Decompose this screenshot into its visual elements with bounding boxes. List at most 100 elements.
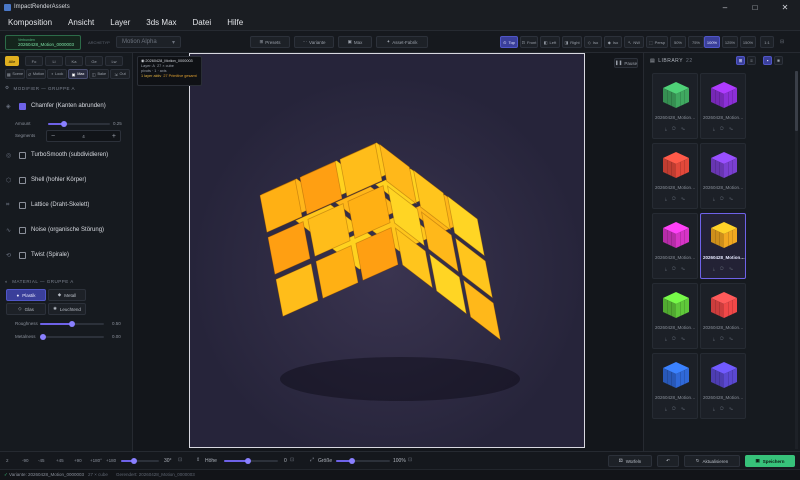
zoom-button-1-1[interactable]: 1:1	[760, 36, 774, 48]
zoom-button-125[interactable]: 125%	[722, 36, 738, 48]
menu-layer[interactable]: Layer	[102, 18, 138, 27]
size-large-button[interactable]: ■	[774, 56, 783, 65]
view-button-persp[interactable]: ⬚ Persp	[646, 36, 668, 48]
roughness-slider-handle[interactable]	[69, 321, 75, 327]
subtab-scene[interactable]: ▦ Scene	[5, 69, 25, 79]
library-item[interactable]: 20260428_Motion_0000001 ⤓ ⟳ ✎	[652, 73, 698, 139]
rotation-preset-6[interactable]: +180	[106, 458, 116, 463]
layer-tab-4[interactable]: Ge	[85, 56, 103, 66]
zoom-button-100[interactable]: 100%	[704, 36, 720, 48]
render-canvas[interactable]	[189, 53, 585, 448]
close-icon[interactable]: ✕	[770, 3, 800, 12]
angle-reset-icon[interactable]: ⊡	[178, 457, 182, 463]
height-reset-icon[interactable]: ⊡	[290, 457, 294, 463]
library-scrollbar[interactable]	[795, 71, 798, 449]
material-leuchtend-button[interactable]: ✺ Leuchtend	[48, 303, 86, 315]
asset-badge[interactable]: Verbunden 20260428_Motion_0000003	[5, 35, 81, 50]
menu-komposition[interactable]: Komposition	[0, 18, 60, 27]
tab-asset-fabrik[interactable]: ✦ Asset-Fabrik	[376, 36, 428, 48]
rotation-preset-3[interactable]: +45	[56, 458, 64, 463]
maximize-icon[interactable]: □	[740, 3, 770, 12]
modifier-row-lattice[interactable]: ⌗ Lattice (Draht-Skelett)	[6, 197, 130, 213]
modifier-checkbox[interactable]	[19, 251, 26, 259]
rotation-preset-2[interactable]: -45	[38, 458, 45, 463]
refresh-button[interactable]: ↻ Aktualisieren	[684, 455, 740, 467]
library-item[interactable]: 20260428_Motion_0000008 ⤓ ⟳ ✎	[700, 283, 746, 349]
library-item[interactable]: 20260428_Motion_0000010 ⤓ ⟳ ✎	[700, 353, 746, 419]
library-scrollbar-thumb[interactable]	[795, 71, 798, 131]
subtab-motion[interactable]: ↺ Motion	[26, 69, 46, 79]
tab-variante[interactable]: ⋯ Variante	[294, 36, 334, 48]
tab-presets[interactable]: ⊞ Presets	[250, 36, 290, 48]
size-slider[interactable]	[336, 458, 390, 464]
minus-icon[interactable]: −	[51, 133, 55, 140]
material-glas-button[interactable]: ◇ Glas	[6, 303, 46, 315]
modifier-checkbox[interactable]	[19, 226, 26, 234]
plus-icon[interactable]: +	[112, 133, 116, 140]
list-view-button[interactable]: ≡	[747, 56, 756, 65]
library-item-actions-icon[interactable]: ⤓ ⟳ ✎	[713, 406, 735, 411]
view-button-iso[interactable]: ◇ Iso	[584, 36, 602, 48]
view-button-left[interactable]: ◧ Left	[540, 36, 560, 48]
library-item[interactable]: 20260428_Motion_0000009 ⤓ ⟳ ✎	[652, 353, 698, 419]
layer-tab-2[interactable]: Li	[45, 56, 63, 66]
library-item-actions-icon[interactable]: ⤓ ⟳ ✎	[665, 266, 687, 271]
rotation-preset-5[interactable]: +180°	[90, 458, 102, 463]
tab-max[interactable]: ▣ Max	[338, 36, 372, 48]
menu-3dsmax[interactable]: 3ds Max	[138, 18, 184, 27]
view-button-right[interactable]: ◨ Right	[562, 36, 582, 48]
view-button-iso-2[interactable]: ◆ Iso	[604, 36, 622, 48]
library-item[interactable]: 20260428_Motion_0000004 ⤓ ⟳ ✎	[652, 143, 698, 209]
menu-hilfe[interactable]: Hilfe	[219, 18, 251, 27]
zoom-button-75[interactable]: 75%	[688, 36, 704, 48]
view-button-front[interactable]: ⊡ Front	[520, 36, 538, 48]
metalness-slider[interactable]	[40, 334, 104, 340]
rotation-slider[interactable]	[121, 458, 159, 464]
material-metall-button[interactable]: ◆ Metall	[48, 289, 86, 301]
pause-button[interactable]: ❚❚ Pause	[614, 58, 638, 68]
amount-slider[interactable]	[48, 121, 110, 127]
modifier-checkbox[interactable]	[19, 201, 26, 209]
rotation-preset-4[interactable]: +90	[74, 458, 82, 463]
library-item[interactable]: 20260428_Motion_0000005 ⤓ ⟳ ✎	[700, 143, 746, 209]
subtab-look[interactable]: ◑ Look	[47, 69, 67, 79]
modifier-row-twist[interactable]: ⟲ Twist (Spirale)	[6, 247, 130, 263]
modifier-row-chamfer[interactable]: ◈ Chamfer (Kanten abrunden)	[6, 98, 130, 114]
rotation-preset-0[interactable]: 2	[6, 458, 9, 463]
roughness-slider[interactable]	[40, 321, 104, 327]
height-slider-handle[interactable]	[245, 458, 252, 464]
segments-stepper[interactable]: − 4 +	[46, 130, 121, 142]
size-small-button[interactable]: ▪	[763, 56, 772, 65]
zoom-button-150[interactable]: 150%	[740, 36, 756, 48]
modifier-row-turbosmooth[interactable]: ◎ TurboSmooth (subdividieren)	[6, 147, 130, 163]
layer-tab-5[interactable]: Lw	[105, 56, 123, 66]
modifier-row-shell[interactable]: ⬡ Shell (hohler Körper)	[6, 172, 130, 188]
zoom-button-50[interactable]: 50%	[670, 36, 686, 48]
subtab-out[interactable]: ⇲ Out	[110, 69, 130, 79]
library-item-actions-icon[interactable]: ⤓ ⟳ ✎	[665, 336, 687, 341]
view-button-nw[interactable]: ↖ NW	[624, 36, 644, 48]
height-slider[interactable]	[224, 458, 278, 464]
modifier-checkbox[interactable]	[19, 151, 26, 159]
material-plastik-button[interactable]: ● Plastik	[6, 289, 46, 301]
modifier-row-noise[interactable]: ∿ Noise (organische Störung)	[6, 222, 130, 238]
menu-datei[interactable]: Datei	[185, 18, 220, 27]
undo-button[interactable]: ↶	[657, 455, 679, 467]
save-button[interactable]: ▣ Speichern	[745, 455, 795, 467]
library-item-actions-icon[interactable]: ⤓ ⟳ ✎	[713, 196, 735, 201]
library-item-actions-icon[interactable]: ⤓ ⟳ ✎	[713, 126, 735, 131]
modifier-checkbox[interactable]	[19, 102, 26, 110]
layout-icon[interactable]: ⊟	[780, 39, 784, 45]
library-item[interactable]: 20260428_Motion_0000006 ⤓ ⟳ ✎	[652, 213, 698, 279]
amount-slider-handle[interactable]	[60, 121, 67, 127]
library-item-actions-icon[interactable]: ⤓ ⟳ ✎	[665, 406, 687, 411]
modifier-checkbox[interactable]	[19, 176, 26, 184]
preset-select[interactable]: Motion Alpha ▾	[116, 36, 181, 48]
library-item[interactable]: 20260428_Motion_0000003 ⤓ ⟳ ✎	[700, 213, 746, 279]
library-item-actions-icon[interactable]: ⤓ ⟳ ✎	[713, 336, 735, 341]
view-button-top[interactable]: ⊙ Top	[500, 36, 518, 48]
library-item-actions-icon[interactable]: ⤓ ⟳ ✎	[713, 266, 735, 271]
size-slider-handle[interactable]	[349, 458, 356, 464]
layer-tab-1[interactable]: Fo	[25, 56, 43, 66]
subtab-bake[interactable]: ◫ Bake	[89, 69, 109, 79]
